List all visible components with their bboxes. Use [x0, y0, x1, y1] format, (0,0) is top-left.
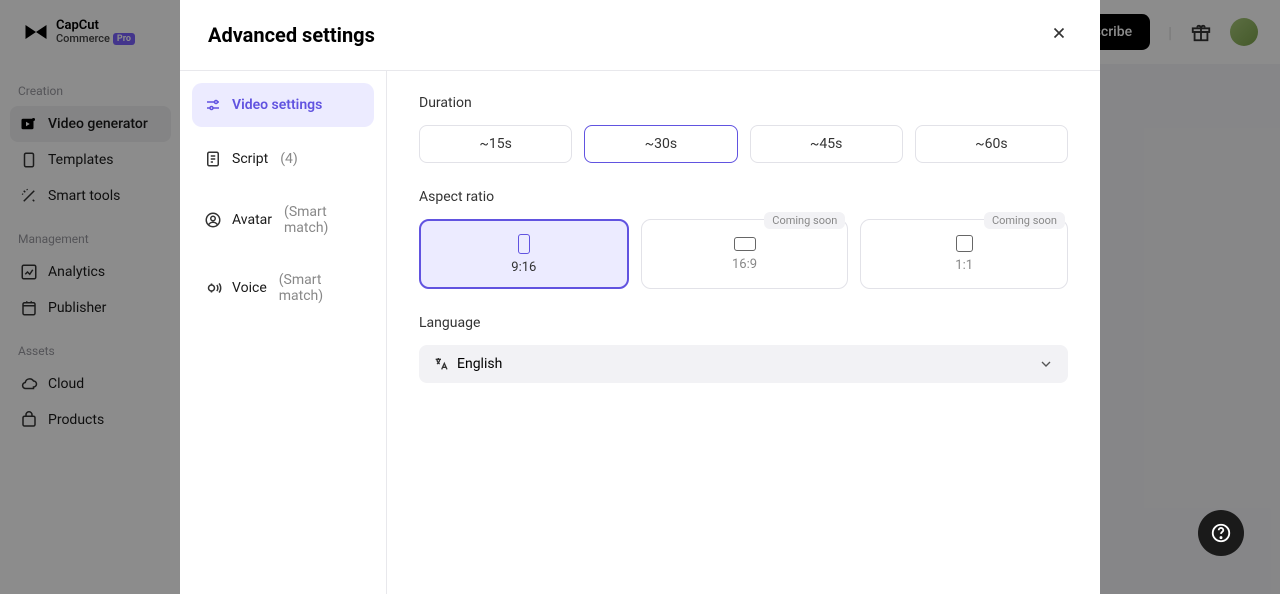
nav-label: Video settings	[232, 97, 322, 113]
help-icon	[1210, 522, 1232, 544]
duration-15s[interactable]: ~15s	[419, 125, 572, 163]
modal-title: Advanced settings	[208, 23, 375, 47]
chevron-down-icon	[1038, 356, 1054, 372]
nav-voice[interactable]: Voice (Smart match)	[192, 259, 374, 317]
voice-icon	[204, 279, 222, 297]
avatar-icon	[204, 211, 222, 229]
advanced-settings-modal: Advanced settings Video settings Script …	[180, 0, 1100, 594]
nav-avatar-meta: (Smart match)	[284, 204, 362, 236]
aspect-9-16[interactable]: 9:16	[419, 219, 629, 289]
translate-icon	[433, 356, 449, 372]
settings-nav: Video settings Script (4) Avatar (Smart …	[180, 71, 387, 594]
coming-soon-badge: Coming soon	[984, 212, 1065, 229]
coming-soon-badge: Coming soon	[764, 212, 845, 229]
portrait-shape-icon	[518, 234, 530, 254]
language-select[interactable]: English	[419, 345, 1068, 383]
language-value: English	[457, 356, 502, 372]
nav-video-settings[interactable]: Video settings	[192, 83, 374, 127]
nav-label: Script	[232, 151, 268, 167]
landscape-shape-icon	[734, 237, 756, 251]
square-shape-icon	[956, 235, 973, 252]
nav-label: Avatar	[232, 212, 272, 228]
close-button[interactable]	[1046, 20, 1072, 50]
nav-voice-meta: (Smart match)	[279, 272, 362, 304]
nav-script[interactable]: Script (4)	[192, 137, 374, 181]
aspect-value: 9:16	[511, 260, 536, 275]
nav-avatar[interactable]: Avatar (Smart match)	[192, 191, 374, 249]
settings-main: Duration ~15s ~30s ~45s ~60s Aspect rati…	[387, 71, 1100, 594]
close-icon	[1050, 24, 1068, 42]
modal-header: Advanced settings	[180, 0, 1100, 71]
nav-label: Voice	[232, 280, 267, 296]
nav-script-count: (4)	[280, 151, 298, 167]
help-button[interactable]	[1198, 510, 1244, 556]
language-label: Language	[419, 315, 1068, 331]
duration-60s[interactable]: ~60s	[915, 125, 1068, 163]
duration-label: Duration	[419, 95, 1068, 111]
duration-45s[interactable]: ~45s	[750, 125, 903, 163]
aspect-1-1: Coming soon 1:1	[860, 219, 1068, 289]
aspect-options: 9:16 Coming soon 16:9 Coming soon 1:1	[419, 219, 1068, 289]
duration-options: ~15s ~30s ~45s ~60s	[419, 125, 1068, 163]
duration-30s[interactable]: ~30s	[584, 125, 737, 163]
sliders-icon	[204, 96, 222, 114]
aspect-value: 16:9	[732, 257, 757, 272]
aspect-label: Aspect ratio	[419, 189, 1068, 205]
script-icon	[204, 150, 222, 168]
aspect-16-9: Coming soon 16:9	[641, 219, 849, 289]
aspect-value: 1:1	[955, 258, 973, 273]
